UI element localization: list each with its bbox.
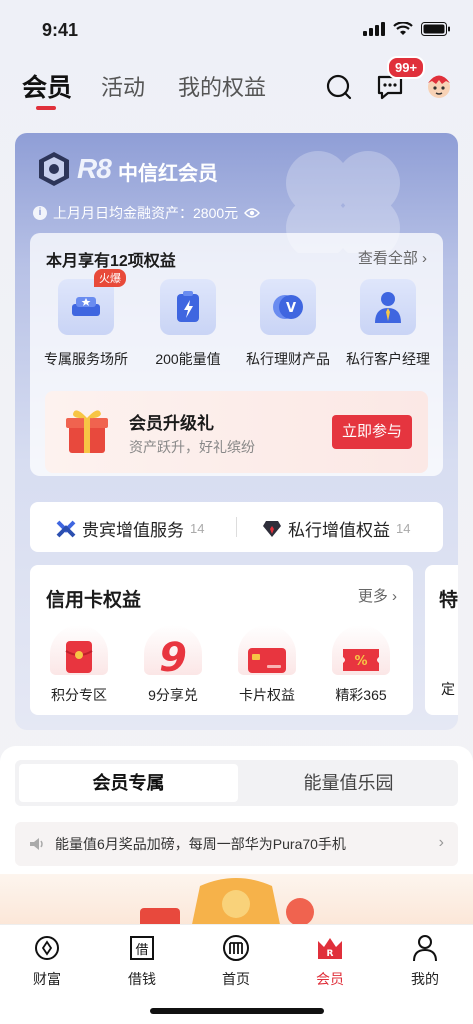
tab-my-benefits[interactable]: 我的权益 <box>178 70 266 102</box>
benefit-label: 专属服务场所 <box>44 351 128 367</box>
benefit-label: 私行理财产品 <box>246 351 330 367</box>
upgrade-subtitle: 资产跃升，好礼缤纷 <box>129 439 255 455</box>
profile-icon <box>413 935 437 962</box>
nav-mine[interactable]: 我的 <box>390 933 460 989</box>
benefit-private-wealth[interactable]: V 私行理财产品 <box>238 279 338 369</box>
red-envelope-icon <box>65 641 93 673</box>
benefit-energy[interactable]: 200能量值 <box>138 279 238 369</box>
status-icons <box>363 22 451 36</box>
svg-text:V: V <box>286 301 296 316</box>
home-icon <box>223 935 249 961</box>
borrow-icon: 借 <box>130 936 154 960</box>
svg-text:借: 借 <box>135 943 148 958</box>
credit-label: 积分专区 <box>51 687 107 703</box>
nav-label: 会员 <box>316 971 344 987</box>
nav-wealth[interactable]: 财富 <box>12 933 82 989</box>
credit-item-365[interactable]: % 精彩365 <box>316 625 406 705</box>
coupon-icon: % <box>343 649 379 671</box>
manager-icon <box>375 292 401 323</box>
lower-tabs: 会员专属 能量值乐园 <box>15 760 458 806</box>
credit-item-card[interactable]: 卡片权益 <box>222 625 312 705</box>
nav-label: 首页 <box>222 971 250 987</box>
tab-energy-park[interactable]: 能量值乐园 <box>239 764 458 802</box>
card-icon <box>248 648 286 673</box>
avatar[interactable] <box>424 70 454 100</box>
credit-label: 卡片权益 <box>239 687 295 703</box>
benefits-title: 本月享有12项权益 <box>46 253 176 270</box>
side-benefits-panel[interactable]: 特 定 <box>425 565 458 715</box>
private-benefit-item[interactable]: 私行增值权益 14 <box>262 516 410 541</box>
wealth-product-icon: V <box>273 295 303 319</box>
svg-text:%: % <box>354 654 367 669</box>
nav-home[interactable]: 首页 <box>201 933 271 989</box>
status-bar: 9:41 <box>0 0 473 56</box>
nav-label: 财富 <box>33 971 61 987</box>
lower-section: 会员专属 能量值乐园 能量值6月奖品加磅，每周一部华为Pura70手机 › <box>0 746 473 936</box>
vip-service-item[interactable]: 贵宾增值服务 14 <box>56 516 204 541</box>
eye-icon[interactable] <box>244 207 261 219</box>
service-count: 14 <box>396 521 411 536</box>
service-label: 贵宾增值服务 <box>82 521 184 540</box>
benefit-service-venue[interactable]: 火爆 专属服务场所 <box>36 269 136 369</box>
member-crown-icon: R <box>318 938 342 959</box>
nav-borrow[interactable]: 借 借钱 <box>107 933 177 989</box>
service-bar: 贵宾增值服务 14 私行增值权益 14 <box>30 502 443 552</box>
asset-label: 上月月日均金融资产：2800元 <box>53 205 239 221</box>
energy-icon <box>177 291 199 322</box>
benefit-label: 私行客户经理 <box>346 351 430 367</box>
level-code: R8 <box>77 153 112 184</box>
side-title: 特 <box>439 590 458 611</box>
sofa-icon <box>72 297 100 316</box>
benefit-label: 200能量值 <box>155 351 221 367</box>
tab-member[interactable]: 会员 <box>22 68 72 104</box>
notice-bar[interactable]: 能量值6月奖品加磅，每周一部华为Pura70手机 › <box>15 822 458 866</box>
wifi-icon <box>393 22 413 35</box>
battery-icon <box>421 22 450 36</box>
credit-item-points[interactable]: 积分专区 <box>34 625 124 705</box>
nav-label: 我的 <box>411 971 439 987</box>
nav-label: 借钱 <box>128 971 156 987</box>
join-button[interactable]: 立即参与 <box>332 415 412 449</box>
svg-text:R: R <box>327 949 334 959</box>
credit-label: 9分享兑 <box>148 687 198 703</box>
info-icon[interactable]: i <box>33 206 47 220</box>
benefit-private-manager[interactable]: 私行客户经理 <box>338 279 438 369</box>
view-all-link[interactable]: 查看全部 › <box>358 247 427 268</box>
credit-item-nine[interactable]: 9 9分享兑 <box>128 625 218 705</box>
svg-text:9: 9 <box>159 635 187 675</box>
notice-text: 能量值6月奖品加磅，每周一部华为Pura70手机 <box>55 836 346 852</box>
member-card: R8 中信红会员 i 上月月日均金融资产：2800元 本月享有12项权益 查看全… <box>15 133 458 730</box>
tab-member-exclusive[interactable]: 会员专属 <box>19 764 238 802</box>
level-badge-icon <box>39 152 69 186</box>
message-badge: 99+ <box>387 56 426 79</box>
chevron-right-icon: › <box>438 834 444 851</box>
divider <box>236 517 237 537</box>
vip-service-icon <box>56 520 76 537</box>
side-label: 定 <box>441 681 455 697</box>
active-tab-indicator <box>36 106 56 110</box>
tab-activity[interactable]: 活动 <box>101 70 145 102</box>
home-indicator <box>150 1008 324 1014</box>
signal-icon <box>363 22 385 36</box>
nine-icon: 9 <box>159 635 187 675</box>
credit-title: 信用卡权益 <box>46 590 142 611</box>
status-time: 9:41 <box>42 20 79 40</box>
service-count: 14 <box>190 521 205 536</box>
credit-label: 精彩365 <box>335 687 387 703</box>
credit-card-benefits-panel: 信用卡权益 更多 › 积分专区 9 9分享兑 卡片权益 % 精彩365 <box>30 565 413 715</box>
level-name: 中信红会员 <box>118 163 218 185</box>
service-label: 私行增值权益 <box>288 521 390 540</box>
benefits-panel: 本月享有12项权益 查看全部 › 火爆 专属服务场所 200能量值 V 私行理财… <box>30 233 443 476</box>
upgrade-title: 会员升级礼 <box>129 414 214 433</box>
hot-tag: 火爆 <box>94 269 126 287</box>
credit-more-link[interactable]: 更多 › <box>358 585 397 606</box>
wealth-icon <box>35 936 59 960</box>
nav-member[interactable]: R 会员 <box>295 933 365 989</box>
search-icon[interactable] <box>326 74 352 100</box>
diamond-icon <box>263 520 281 537</box>
speaker-icon <box>30 838 43 850</box>
asset-line: i 上月月日均金融资产：2800元 <box>33 203 261 223</box>
gift-icon <box>66 410 108 453</box>
upgrade-banner[interactable]: 会员升级礼 资产跃升，好礼缤纷 立即参与 <box>45 391 428 473</box>
